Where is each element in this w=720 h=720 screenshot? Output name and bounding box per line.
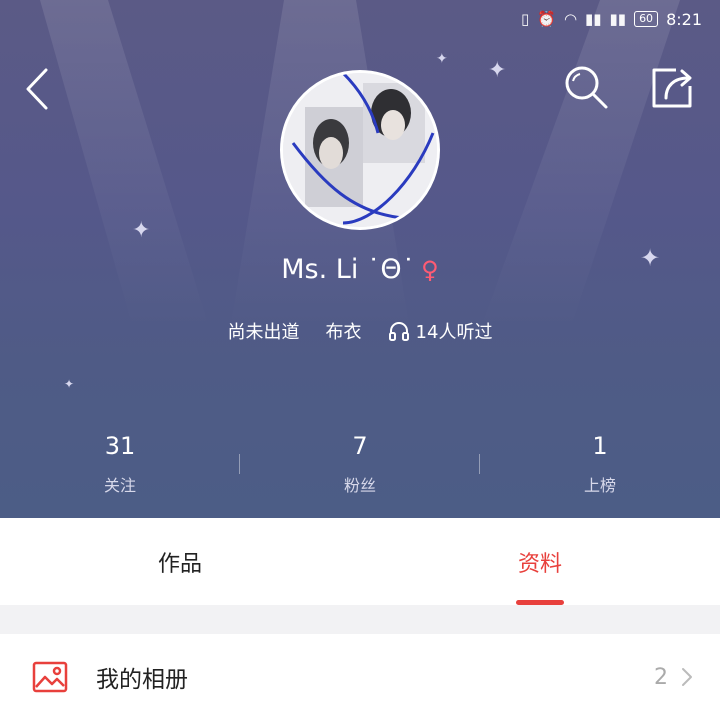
stat-charts[interactable]: 1 上榜 <box>480 432 720 496</box>
tab-label: 资料 <box>517 551 562 577</box>
alarm-icon: ⏰ <box>537 10 556 28</box>
username-row: Ms. Li ˙Θ˙ ♀ <box>0 254 720 285</box>
wifi-icon: ◠ <box>563 10 578 28</box>
sparkle-icon: ✦ <box>436 51 448 67</box>
stat-value: 7 <box>352 432 368 460</box>
signal-icon: ▮▮ <box>585 10 602 28</box>
stat-fans[interactable]: 7 粉丝 <box>240 432 480 496</box>
tab-label: 作品 <box>157 551 202 577</box>
status-bar: ▯ ⏰ ◠ ▮▮ ▮▮ 60 8:21 <box>0 0 720 38</box>
list-item-label: 我的相册 <box>96 667 188 693</box>
share-icon[interactable] <box>646 62 698 114</box>
stat-label: 粉丝 <box>343 476 376 495</box>
avatar[interactable] <box>280 70 440 230</box>
sparkle-icon: ✦ <box>132 218 151 243</box>
profile-status: 尚未出道 <box>227 322 300 343</box>
tab-info[interactable]: 资料 <box>360 518 720 605</box>
status-time: 8:21 <box>666 9 702 29</box>
stat-label: 关注 <box>103 476 136 495</box>
profile-tabs: 作品 资料 <box>0 518 720 605</box>
stat-value: 31 <box>104 432 136 460</box>
list-item-count: 2 <box>654 664 668 690</box>
stats-row: 31 关注 7 粉丝 1 上榜 <box>0 432 720 496</box>
section-gap <box>0 605 720 634</box>
profile-header: ▯ ⏰ ◠ ▮▮ ▮▮ 60 8:21 ✦ ✦ ✦ ✦ ✦ Ms. Li ˙Θ˙… <box>0 0 720 518</box>
list-item-album[interactable]: 我的相册 2 <box>0 634 720 720</box>
sparkle-icon: ✦ <box>64 377 75 391</box>
avatar-photo <box>283 73 437 227</box>
back-arrow-icon[interactable] <box>20 66 60 112</box>
sparkle-icon: ✦ <box>488 58 507 83</box>
tab-works[interactable]: 作品 <box>0 518 360 605</box>
album-icon <box>32 661 68 693</box>
gender-female-icon: ♀ <box>421 256 439 284</box>
profile-location: 布衣 <box>325 322 362 343</box>
signal-icon: ▮▮ <box>609 10 627 28</box>
battery-indicator: 60 <box>634 11 659 27</box>
stat-value: 1 <box>592 432 608 460</box>
stat-following[interactable]: 31 关注 <box>0 432 240 496</box>
listens-count: 14人听过 <box>415 322 493 343</box>
username: Ms. Li ˙Θ˙ <box>281 254 416 285</box>
vibrate-icon: ▯ <box>520 10 530 28</box>
profile-meta: 尚未出道 布衣 14人听过 <box>0 318 720 344</box>
stat-label: 上榜 <box>583 476 616 495</box>
headphones-icon <box>388 322 409 341</box>
listens-info: 14人听过 <box>388 318 493 344</box>
chevron-right-icon <box>682 668 692 686</box>
search-icon[interactable] <box>560 62 612 114</box>
